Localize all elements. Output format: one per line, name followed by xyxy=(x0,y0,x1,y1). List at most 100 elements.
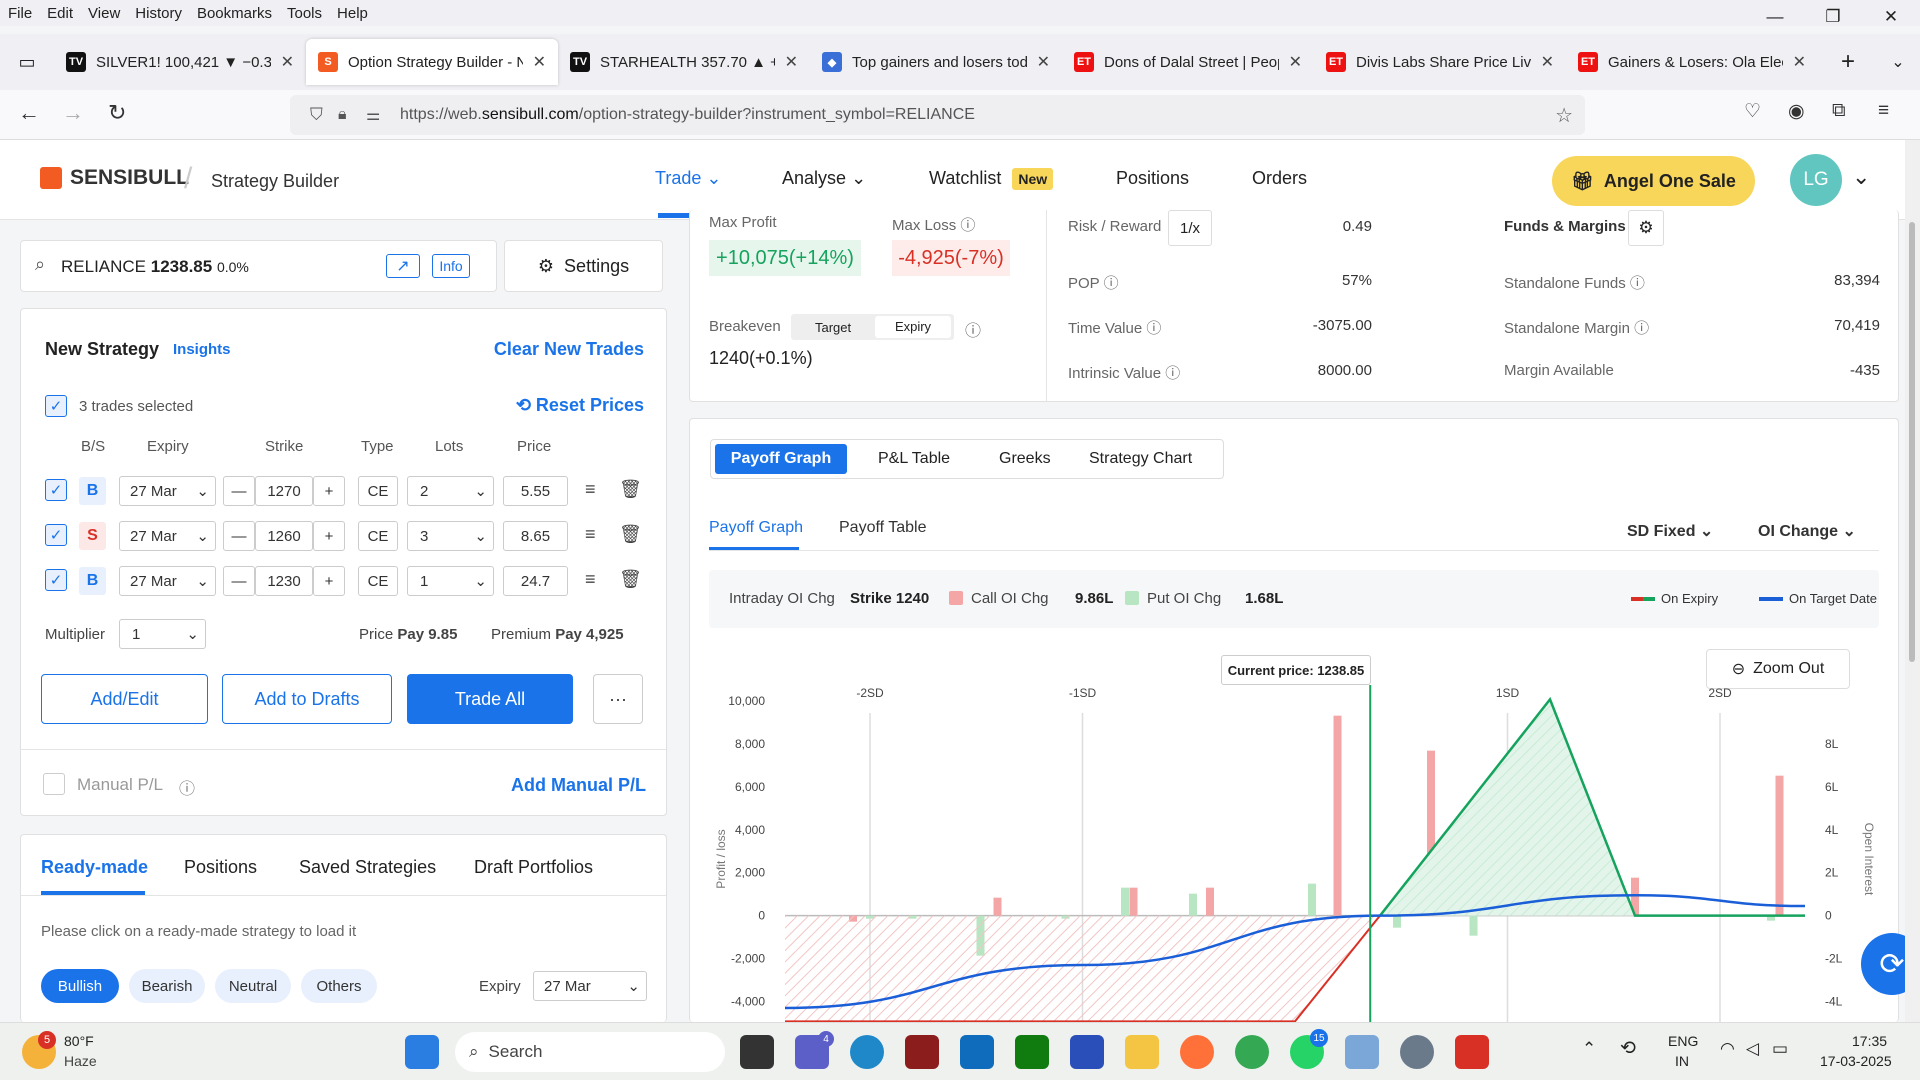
lots-select[interactable]: 1 ⌄ xyxy=(407,566,494,596)
add-manual-pl-button[interactable]: Add Manual P/L xyxy=(511,775,646,796)
oi-change-select[interactable]: OI Change ⌄ xyxy=(1758,521,1856,541)
minimize-icon[interactable]: — xyxy=(1746,0,1804,34)
option-type[interactable]: CE xyxy=(358,566,398,596)
clock-date[interactable]: 17-03-2025 xyxy=(1820,1053,1892,1069)
target-option[interactable]: Target xyxy=(815,320,851,335)
help-icon[interactable]: ⓘ xyxy=(960,217,975,234)
bookmark-star-icon[interactable]: ☆ xyxy=(1555,103,1573,128)
manual-pl-checkbox[interactable] xyxy=(43,773,65,795)
increment-strike-button[interactable]: + xyxy=(313,566,345,596)
lots-select[interactable]: 2 ⌄ xyxy=(407,476,494,506)
back-icon[interactable]: ← xyxy=(18,100,40,126)
chevron-down-icon[interactable]: ⌄ xyxy=(1852,164,1870,190)
tab-payoff-graph[interactable]: Payoff Graph xyxy=(715,444,847,474)
nav-positions[interactable]: Positions xyxy=(1116,168,1189,189)
sensibull-logo[interactable]: SENSIBULL xyxy=(40,166,189,190)
price-input[interactable]: 8.65 xyxy=(503,521,568,551)
battery-icon[interactable]: ▭ xyxy=(1772,1039,1788,1059)
increment-strike-button[interactable]: + xyxy=(313,476,345,506)
chrome-icon[interactable] xyxy=(1235,1035,1269,1069)
acrobat-icon[interactable] xyxy=(1455,1035,1489,1069)
firefox-icon[interactable] xyxy=(1180,1035,1214,1069)
row-checkbox[interactable]: ✓ xyxy=(45,479,67,501)
expiry-filter-select[interactable]: 27 Mar ⌄ xyxy=(533,971,647,1001)
instrument-search[interactable]: ⌕ RELIANCE 1238.85 0.0% ↗ Info xyxy=(20,240,497,292)
select-all-checkbox[interactable]: ✓ xyxy=(45,395,67,417)
region-label[interactable]: IN xyxy=(1675,1053,1689,1069)
menu-history[interactable]: History xyxy=(135,5,182,22)
expiry-option[interactable]: Expiry xyxy=(875,316,951,338)
trash-icon[interactable]: 🗑︎ xyxy=(619,569,642,590)
help-icon[interactable]: ⓘ xyxy=(179,775,195,799)
browser-tab[interactable]: ET Dons of Dalal Street | Peopl ✕ xyxy=(1062,39,1314,85)
decrement-strike-button[interactable]: — xyxy=(223,521,255,551)
strike-input[interactable]: 1270 xyxy=(255,476,313,506)
subtab-payoff-graph[interactable]: Payoff Graph xyxy=(709,519,803,537)
option-type[interactable]: CE xyxy=(358,521,398,551)
filter-bullish[interactable]: Bullish xyxy=(41,969,119,1003)
permissions-icon[interactable]: ⚌ xyxy=(366,105,380,125)
tab-ready-made[interactable]: Ready-made xyxy=(41,857,148,878)
reload-icon[interactable]: ↻ xyxy=(108,100,126,126)
forward-icon[interactable]: → xyxy=(62,100,84,126)
app-icon[interactable] xyxy=(905,1035,939,1069)
file-explorer-icon[interactable] xyxy=(1125,1035,1159,1069)
angel-one-sale-button[interactable]: 🎁︎ Angel One Sale xyxy=(1552,156,1755,206)
trash-icon[interactable]: 🗑︎ xyxy=(619,479,642,500)
sd-fixed-select[interactable]: SD Fixed ⌄ xyxy=(1627,521,1713,541)
snipping-tool-icon[interactable] xyxy=(1345,1035,1379,1069)
account-icon[interactable]: ◉ xyxy=(1788,100,1805,123)
chart-icon[interactable]: ↗ xyxy=(386,254,420,278)
close-tab-icon[interactable]: ✕ xyxy=(1541,52,1554,72)
menu-lines-icon[interactable]: ≡ xyxy=(585,524,596,545)
gear-icon[interactable]: ⚙ xyxy=(1628,210,1664,246)
volume-icon[interactable]: ◁ xyxy=(1746,1039,1759,1059)
menu-file[interactable]: File xyxy=(8,5,32,22)
risk-reward-toggle[interactable]: 1/x xyxy=(1168,210,1212,246)
sync-icon[interactable]: ⟲ xyxy=(1620,1037,1636,1060)
nav-watchlist[interactable]: Watchlist New xyxy=(929,168,1054,190)
language-label[interactable]: ENG xyxy=(1668,1033,1698,1049)
close-tab-icon[interactable]: ✕ xyxy=(1289,52,1302,72)
multiplier-select[interactable]: 1 ⌄ xyxy=(119,619,206,649)
price-input[interactable]: 5.55 xyxy=(503,476,568,506)
lots-select[interactable]: 3 ⌄ xyxy=(407,521,494,551)
windows-start-icon[interactable] xyxy=(405,1035,439,1069)
help-icon[interactable]: ⓘ xyxy=(965,317,981,341)
clear-new-trades-button[interactable]: Clear New Trades xyxy=(494,339,644,360)
outlook-icon[interactable] xyxy=(960,1035,994,1069)
restore-icon[interactable]: ❐ xyxy=(1804,0,1862,34)
browser-tab[interactable]: TV STARHEALTH 357.70 ▲ +1.0 ✕ xyxy=(558,39,810,85)
close-tab-icon[interactable]: ✕ xyxy=(1793,52,1806,72)
menu-tools[interactable]: Tools xyxy=(287,5,322,22)
filter-neutral[interactable]: Neutral xyxy=(215,969,291,1003)
row-checkbox[interactable]: ✓ xyxy=(45,569,67,591)
buy-sell-toggle[interactable]: B xyxy=(79,567,106,595)
menu-view[interactable]: View xyxy=(88,5,120,22)
add-to-drafts-button[interactable]: Add to Drafts xyxy=(222,674,392,724)
expiry-select[interactable]: 27 Mar ⌄ xyxy=(119,566,216,596)
strike-input[interactable]: 1260 xyxy=(255,521,313,551)
tab-saved-strategies[interactable]: Saved Strategies xyxy=(299,857,436,878)
extensions-icon[interactable]: ⧉ xyxy=(1832,100,1846,122)
hamburger-menu-icon[interactable]: ≡ xyxy=(1878,100,1889,122)
trade-all-button[interactable]: Trade All xyxy=(407,674,573,724)
pocket-icon[interactable]: ♡ xyxy=(1744,100,1761,123)
tab-positions[interactable]: Positions xyxy=(184,857,257,878)
info-button[interactable]: Info xyxy=(432,254,470,278)
nav-analyse[interactable]: Analyse ⌄ xyxy=(782,168,866,189)
settings-button[interactable]: ⚙ Settings xyxy=(504,240,663,292)
chevron-down-icon[interactable]: ⌄ xyxy=(1878,52,1918,72)
close-tab-icon[interactable]: ✕ xyxy=(533,52,546,72)
menu-help[interactable]: Help xyxy=(337,5,368,22)
price-input[interactable]: 24.7 xyxy=(503,566,568,596)
menu-edit[interactable]: Edit xyxy=(47,5,73,22)
new-tab-icon[interactable]: + xyxy=(1818,48,1878,76)
shield-icon[interactable]: ⛉ xyxy=(310,105,323,125)
browser-tab[interactable]: ET Divis Labs Share Price Live | ✕ xyxy=(1314,39,1566,85)
decrement-strike-button[interactable]: — xyxy=(223,566,255,596)
menu-lines-icon[interactable]: ≡ xyxy=(585,479,596,500)
taskbar-search[interactable]: ⌕ Search xyxy=(455,1032,725,1072)
insights-link[interactable]: Insights xyxy=(173,341,231,358)
add-edit-button[interactable]: Add/Edit xyxy=(41,674,208,724)
